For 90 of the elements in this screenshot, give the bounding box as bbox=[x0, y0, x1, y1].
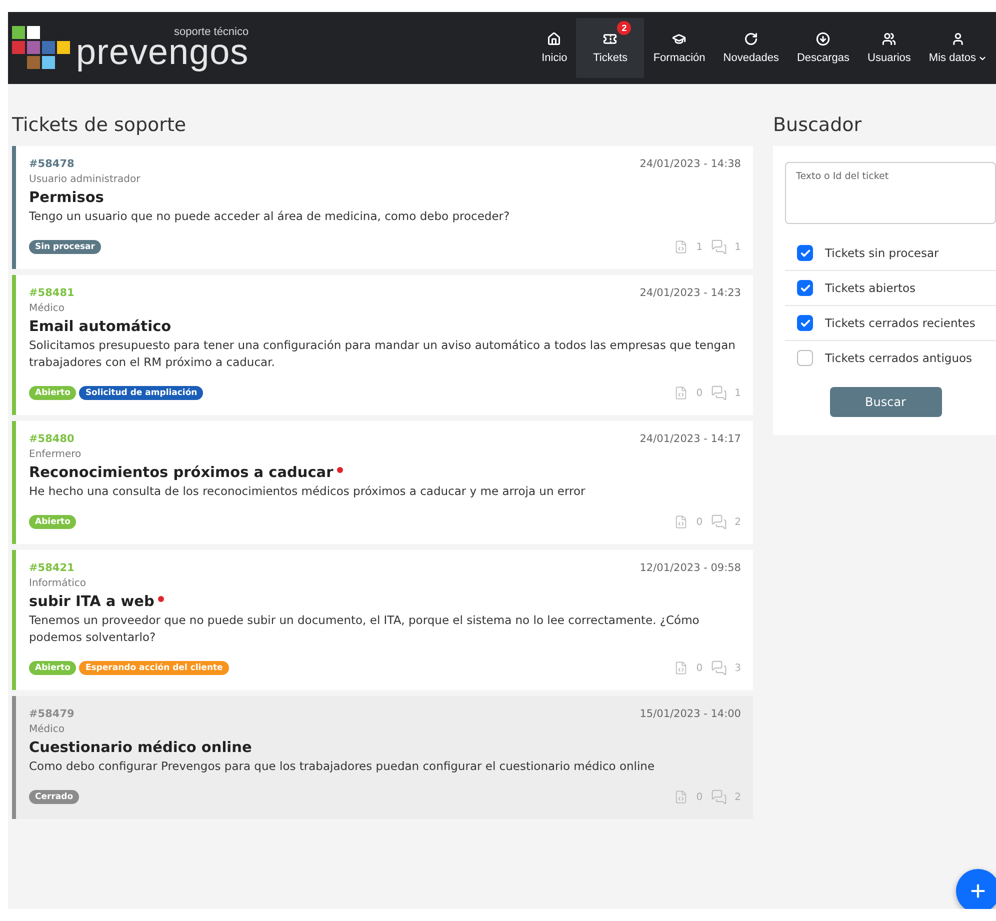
ticket-id: #58480 bbox=[29, 433, 74, 445]
filter-label: Tickets cerrados antiguos bbox=[825, 351, 972, 365]
status-tag: Abierto bbox=[29, 515, 76, 529]
file-icon bbox=[674, 790, 688, 804]
comment-count: 2 bbox=[734, 516, 741, 528]
ticket-title: Email automático bbox=[29, 319, 172, 335]
comments-icon bbox=[710, 239, 727, 255]
ticket-card[interactable]: #58480 24/01/2023 - 14:17 Enfermero Reconocimientos próximos a caducar He hecho una consulta de los reconocimientos médicos próximos a caducar y me arroja un error Abierto 0 2 bbox=[12, 421, 753, 544]
notification-badge: 2 bbox=[617, 21, 632, 35]
file-icon bbox=[674, 515, 688, 529]
comments-icon bbox=[710, 789, 727, 805]
ticket-author-role: Informático bbox=[29, 578, 88, 589]
search-button[interactable]: Buscar bbox=[830, 387, 942, 417]
ticket-date: 24/01/2023 - 14:17 bbox=[640, 433, 741, 445]
ticket-card[interactable] bbox=[12, 550, 753, 690]
home-icon bbox=[547, 32, 562, 46]
checkbox[interactable] bbox=[797, 280, 813, 296]
refresh-icon bbox=[744, 32, 758, 46]
ticket-author-role: Médico bbox=[29, 724, 66, 735]
ticket-card[interactable]: #58479 15/01/2023 - 14:00 Médico Cuestionario médico online Como debo configurar Prevengos para que los trabajadores puedan configurar el cuestionario médico online Cerrado 0 2 bbox=[12, 696, 753, 819]
nav-item[interactable]: 2 Tickets bbox=[576, 18, 644, 78]
ticket-date: 24/01/2023 - 14:23 bbox=[640, 287, 741, 299]
ticket-date: 15/01/2023 - 14:00 bbox=[640, 708, 741, 720]
ticket-title: subir ITA a web bbox=[29, 594, 154, 610]
search-title: Buscador bbox=[773, 114, 863, 136]
ticket-card[interactable] bbox=[12, 275, 753, 415]
check-icon bbox=[800, 318, 810, 328]
ticket-id: #58481 bbox=[29, 287, 74, 299]
status-tag: Cerrado bbox=[29, 790, 80, 804]
ticket-icon bbox=[603, 32, 618, 46]
nav-item[interactable]: Descargas bbox=[788, 18, 859, 78]
comments-icon bbox=[710, 385, 727, 401]
download-icon bbox=[816, 32, 830, 46]
file-icon bbox=[674, 386, 688, 400]
attachment-count: 0 bbox=[696, 388, 703, 398]
ticket-date: 24/01/2023 - 14:38 bbox=[640, 158, 741, 170]
nav-item[interactable]: Inicio bbox=[532, 18, 576, 78]
user-icon bbox=[950, 32, 965, 46]
ticket-id: #58478 bbox=[29, 158, 74, 170]
ticket-description: He hecho una consulta de los reconocimientos médicos próximos a caducar y me arroja un error bbox=[29, 483, 586, 500]
ticket-card[interactable]: #58478 24/01/2023 - 14:38 Usuario administrador Permisos Tengo un usuario que no puede acceder al área de medicina, como debo proceder? Sin procesar 1 1 bbox=[12, 146, 753, 269]
filter-label: Tickets abiertos bbox=[825, 281, 916, 295]
attachment-count: 1 bbox=[696, 242, 703, 252]
search-field[interactable]: Texto o Id del ticket bbox=[785, 162, 996, 224]
comment-count: 3 bbox=[734, 662, 741, 674]
file-icon bbox=[674, 661, 688, 675]
ticket-description: Solicitamos presupuesto para tener una configuración para mandar un aviso automático a todos las empresas que tengan trabajadores con el RM próximo a caducar. bbox=[29, 337, 736, 371]
filter-label: Tickets cerrados recientes bbox=[825, 316, 976, 330]
attachment-count: 0 bbox=[696, 662, 703, 674]
ticket-author-role: Médico bbox=[29, 303, 66, 314]
status-tag: Abierto bbox=[29, 386, 76, 400]
ticket-description: Tenemos un proveedor que no puede subir un documento, el ITA, porque el sistema no lo lee correctamente. ¿Cómo podemos solventarlo? bbox=[29, 612, 700, 646]
attachment-count: 0 bbox=[696, 516, 703, 528]
comment-count: 1 bbox=[734, 242, 741, 252]
ticket-title: Permisos bbox=[29, 190, 104, 206]
page-title: Tickets de soporte bbox=[12, 114, 188, 136]
comments-icon bbox=[710, 660, 727, 676]
add-button[interactable] bbox=[956, 869, 996, 909]
status-tag: Sin procesar bbox=[29, 240, 101, 254]
status-tag: Esperando acción del cliente bbox=[79, 661, 229, 675]
ticket-description: Como debo configurar Prevengos para que los trabajadores puedan configurar el cuestionario médico online bbox=[29, 758, 656, 775]
ticket-title: Reconocimientos próximos a caducar bbox=[29, 465, 334, 481]
ticket-id: #58421 bbox=[29, 562, 74, 574]
nav-item[interactable]: Usuarios bbox=[858, 18, 920, 78]
nav-item[interactable]: Mis datos bbox=[920, 18, 996, 78]
status-tag: Solicitud de ampliación bbox=[79, 386, 204, 400]
comment-count: 2 bbox=[734, 792, 741, 802]
plus-icon bbox=[968, 881, 988, 901]
comments-icon bbox=[710, 514, 727, 530]
ticket-id: #58479 bbox=[29, 708, 74, 720]
checkbox[interactable] bbox=[797, 350, 813, 366]
filter-label: Tickets sin procesar bbox=[825, 246, 939, 260]
nav-item[interactable]: Novedades bbox=[714, 18, 788, 78]
users-icon bbox=[882, 32, 896, 46]
nav-item[interactable]: Formación bbox=[644, 18, 714, 78]
file-icon bbox=[674, 240, 688, 254]
comment-count: 1 bbox=[734, 388, 741, 398]
graduation-cap-icon bbox=[672, 32, 686, 46]
check-icon bbox=[800, 282, 810, 294]
ticket-author-role: Usuario administrador bbox=[29, 174, 142, 185]
attachment-count: 0 bbox=[696, 792, 703, 802]
check-icon bbox=[800, 248, 810, 258]
checkbox[interactable] bbox=[797, 315, 813, 331]
ticket-author-role: Enfermero bbox=[29, 449, 82, 460]
checkbox[interactable] bbox=[797, 245, 813, 261]
ticket-date: 12/01/2023 - 09:58 bbox=[640, 562, 741, 574]
status-tag: Abierto bbox=[29, 661, 76, 675]
ticket-title: Cuestionario médico online bbox=[29, 740, 252, 756]
ticket-description: Tengo un usuario que no puede acceder al área de medicina, como debo proceder? bbox=[29, 208, 511, 225]
logo-icon bbox=[12, 26, 72, 70]
